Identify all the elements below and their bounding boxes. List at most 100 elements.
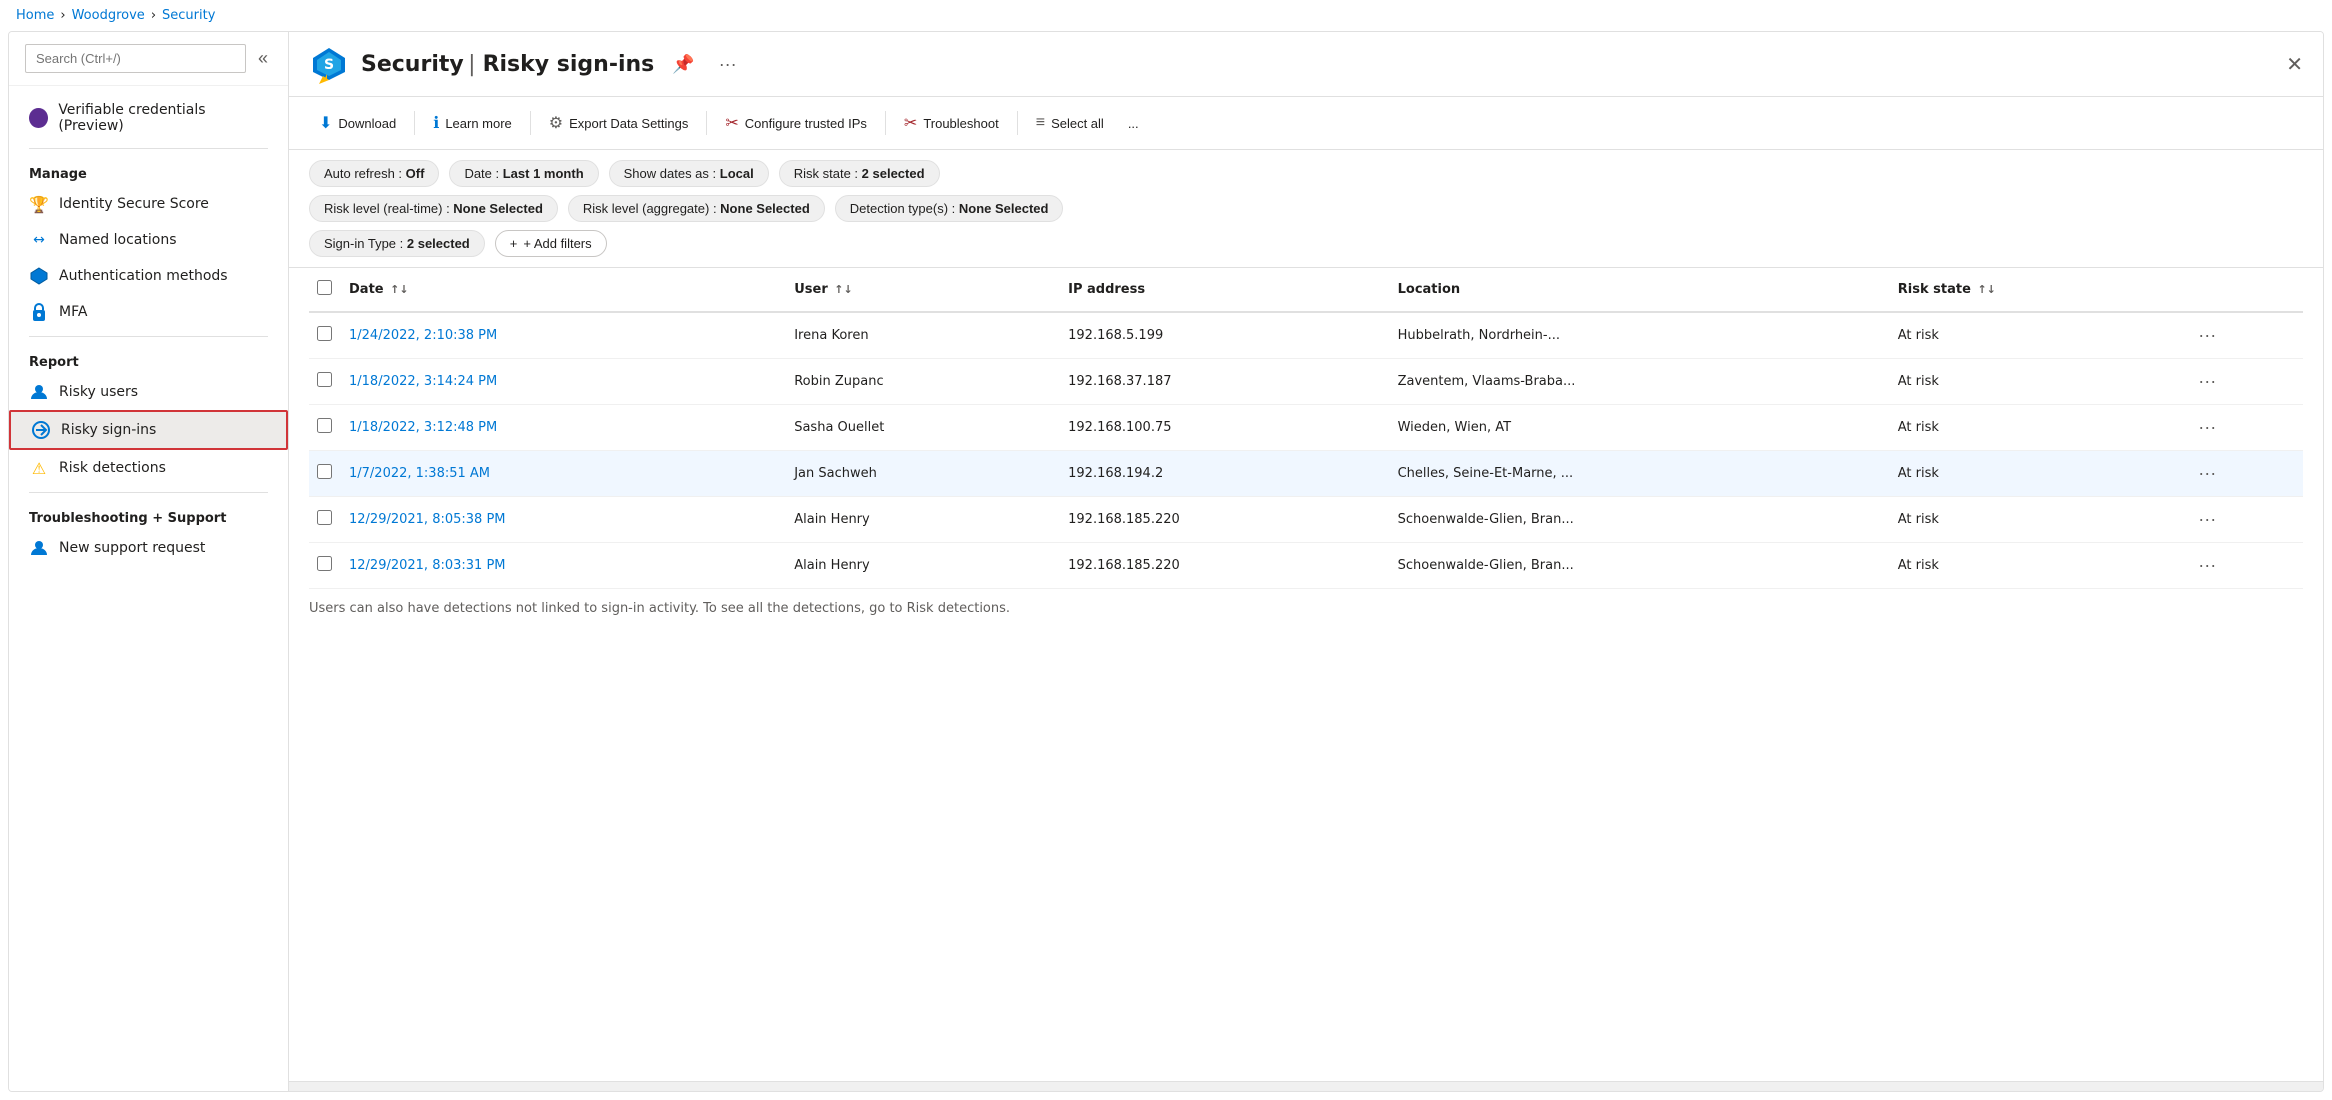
page-title: Security | Risky sign-ins xyxy=(361,52,654,77)
row-checkbox-5[interactable] xyxy=(317,556,332,571)
date-link-5[interactable]: 12/29/2021, 8:03:31 PM xyxy=(349,558,506,573)
export-data-settings-button[interactable]: ⚙ Export Data Settings xyxy=(539,107,699,139)
sidebar-item-new-support-request[interactable]: New support request xyxy=(9,530,288,566)
date-cell: 12/29/2021, 8:03:31 PM xyxy=(341,543,786,589)
row-checkbox-0[interactable] xyxy=(317,326,332,341)
risk-state-cell: At risk xyxy=(1890,543,2185,589)
row-menu-cell: ··· xyxy=(2184,543,2303,589)
date-cell: 1/18/2022, 3:14:24 PM xyxy=(341,359,786,405)
download-button[interactable]: ⬇ Download xyxy=(309,107,406,139)
sidebar-collapse-button[interactable]: « xyxy=(254,44,272,73)
add-filters-button[interactable]: + + Add filters xyxy=(495,230,607,257)
search-input[interactable] xyxy=(25,44,246,73)
mfa-icon xyxy=(29,302,49,322)
row-menu-button-5[interactable]: ··· xyxy=(2192,553,2222,578)
show-dates-as-filter[interactable]: Show dates as : Local xyxy=(609,160,769,187)
date-link-2[interactable]: 1/18/2022, 3:12:48 PM xyxy=(349,420,497,435)
date-link-1[interactable]: 1/18/2022, 3:14:24 PM xyxy=(349,374,497,389)
risk-state-cell: At risk xyxy=(1890,405,2185,451)
row-menu-cell: ··· xyxy=(2184,497,2303,543)
row-checkbox-2[interactable] xyxy=(317,418,332,433)
select-all-button[interactable]: ≡ Select all xyxy=(1026,108,1114,138)
risk-state-cell: At risk xyxy=(1890,312,2185,359)
support-divider xyxy=(29,492,268,493)
risk-state-cell: At risk xyxy=(1890,497,2185,543)
row-checkbox-4[interactable] xyxy=(317,510,332,525)
row-menu-button-2[interactable]: ··· xyxy=(2192,415,2222,440)
notice-text: Users can also have detections not linke… xyxy=(309,589,2303,628)
sidebar-item-risky-users[interactable]: Risky users xyxy=(9,374,288,410)
download-icon: ⬇ xyxy=(319,113,332,133)
row-menu-button-1[interactable]: ··· xyxy=(2192,369,2222,394)
user-cell: Alain Henry xyxy=(786,497,1060,543)
date-sort-icon[interactable]: ↑↓ xyxy=(390,283,408,296)
row-menu-button-4[interactable]: ··· xyxy=(2192,507,2222,532)
user-sort-icon[interactable]: ↑↓ xyxy=(834,283,852,296)
risky-sign-ins-table: Date ↑↓ User ↑↓ IP address Location Risk… xyxy=(309,268,2303,589)
risk-level-aggregate-filter[interactable]: Risk level (aggregate) : None Selected xyxy=(568,195,825,222)
risk-state-sort-icon[interactable]: ↑↓ xyxy=(1977,283,1995,296)
row-menu-button-3[interactable]: ··· xyxy=(2192,461,2222,486)
configure-trusted-ips-button[interactable]: ✂ Configure trusted IPs xyxy=(715,107,877,139)
table-row: 12/29/2021, 8:03:31 PM Alain Henry 192.1… xyxy=(309,543,2303,589)
sidebar-item-risky-sign-ins[interactable]: Risky sign-ins xyxy=(9,410,288,450)
manage-divider xyxy=(29,148,268,149)
more-options-button[interactable]: ··· xyxy=(713,50,743,79)
sidebar: « Verifiable credentials (Preview) Manag… xyxy=(9,32,289,1091)
toolbar-more-button[interactable]: ... xyxy=(1118,110,1149,137)
data-table-container: Date ↑↓ User ↑↓ IP address Location Risk… xyxy=(289,268,2323,1081)
breadcrumb-woodgrove[interactable]: Woodgrove xyxy=(72,8,145,23)
sign-in-type-filter[interactable]: Sign-in Type : 2 selected xyxy=(309,230,485,257)
auth-methods-icon xyxy=(29,266,49,286)
row-checkbox-cell xyxy=(309,543,341,589)
date-link-3[interactable]: 1/7/2022, 1:38:51 AM xyxy=(349,466,490,481)
row-menu-cell: ··· xyxy=(2184,451,2303,497)
close-button[interactable]: ✕ xyxy=(2286,52,2303,77)
trophy-icon: 🏆 xyxy=(29,194,49,214)
detection-types-filter[interactable]: Detection type(s) : None Selected xyxy=(835,195,1064,222)
info-icon: ℹ xyxy=(433,113,439,133)
user-cell: Sasha Ouellet xyxy=(786,405,1060,451)
risk-level-realtime-filter[interactable]: Risk level (real-time) : None Selected xyxy=(309,195,558,222)
user-cell: Jan Sachweh xyxy=(786,451,1060,497)
row-checkbox-cell xyxy=(309,312,341,359)
filters-area: Auto refresh : Off Date : Last 1 month S… xyxy=(289,150,2323,268)
row-checkbox-cell xyxy=(309,451,341,497)
row-menu-cell: ··· xyxy=(2184,405,2303,451)
user-column-header: User ↑↓ xyxy=(786,268,1060,312)
risk-state-filter[interactable]: Risk state : 2 selected xyxy=(779,160,940,187)
sidebar-item-authentication-methods[interactable]: Authentication methods xyxy=(9,258,288,294)
svg-text:S: S xyxy=(324,57,334,73)
toolbar-divider-3 xyxy=(706,111,707,135)
sidebar-search-area: « xyxy=(9,32,288,86)
breadcrumb-security[interactable]: Security xyxy=(162,8,215,23)
list-icon: ≡ xyxy=(1036,114,1045,132)
sidebar-item-verifiable-credentials[interactable]: Verifiable credentials (Preview) xyxy=(9,94,288,142)
add-filter-icon: + xyxy=(510,236,518,251)
risk-detections-icon: ⚠ xyxy=(29,458,49,478)
sidebar-item-mfa[interactable]: MFA xyxy=(9,294,288,330)
row-checkbox-cell xyxy=(309,405,341,451)
risky-sign-ins-icon xyxy=(31,420,51,440)
row-menu-button-0[interactable]: ··· xyxy=(2192,323,2222,348)
sidebar-item-risk-detections[interactable]: ⚠ Risk detections xyxy=(9,450,288,486)
breadcrumb-home[interactable]: Home xyxy=(16,8,54,23)
pin-button[interactable]: 📌 xyxy=(666,50,700,79)
troubleshoot-button[interactable]: ✂ Troubleshoot xyxy=(894,107,1009,139)
row-checkbox-3[interactable] xyxy=(317,464,332,479)
learn-more-button[interactable]: ℹ Learn more xyxy=(423,107,522,139)
horizontal-scrollbar[interactable] xyxy=(289,1081,2323,1091)
date-link-0[interactable]: 1/24/2022, 2:10:38 PM xyxy=(349,328,497,343)
date-link-4[interactable]: 12/29/2021, 8:05:38 PM xyxy=(349,512,506,527)
table-row: 1/24/2022, 2:10:38 PM Irena Koren 192.16… xyxy=(309,312,2303,359)
sidebar-item-identity-secure-score[interactable]: 🏆 Identity Secure Score xyxy=(9,186,288,222)
main-layout: « Verifiable credentials (Preview) Manag… xyxy=(8,31,2324,1092)
header-checkbox[interactable] xyxy=(317,280,332,295)
sidebar-item-named-locations[interactable]: ↔ Named locations xyxy=(9,222,288,258)
date-filter[interactable]: Date : Last 1 month xyxy=(449,160,598,187)
table-header-row: Date ↑↓ User ↑↓ IP address Location Risk… xyxy=(309,268,2303,312)
support-section-label: Troubleshooting + Support xyxy=(9,499,288,530)
row-checkbox-1[interactable] xyxy=(317,372,332,387)
auto-refresh-filter[interactable]: Auto refresh : Off xyxy=(309,160,439,187)
date-column-header: Date ↑↓ xyxy=(341,268,786,312)
